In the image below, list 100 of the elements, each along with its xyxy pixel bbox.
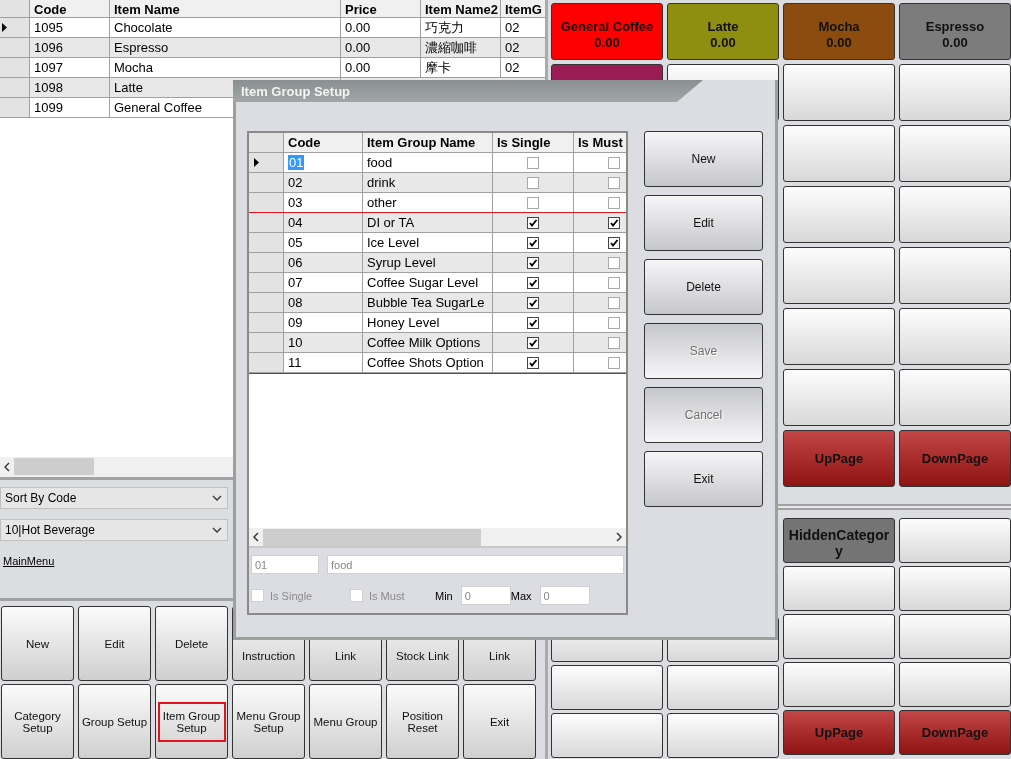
action-button[interactable]: Menu Group Setup <box>232 684 305 759</box>
column-header[interactable]: Code <box>30 0 110 17</box>
action-button[interactable]: Position Reset <box>386 684 459 759</box>
menu-item-button[interactable] <box>783 186 895 243</box>
scroll-left-icon[interactable] <box>4 461 10 472</box>
main-menu-link[interactable]: MainMenu <box>3 554 55 567</box>
row-header-cell[interactable] <box>249 193 284 212</box>
menu-item-button[interactable] <box>899 125 1011 182</box>
menu-item-button[interactable]: Espresso 0.00 <box>899 3 1011 60</box>
action-button[interactable]: Delete <box>155 606 228 681</box>
menu-item-button[interactable] <box>551 665 663 710</box>
checkbox[interactable] <box>527 276 539 289</box>
checkbox[interactable] <box>608 256 620 269</box>
menu-item-button[interactable] <box>899 308 1011 365</box>
menu-item-button[interactable] <box>551 713 663 758</box>
checkbox[interactable] <box>608 316 620 329</box>
name-field[interactable]: food <box>327 555 624 574</box>
row-header-cell[interactable] <box>249 173 284 192</box>
action-button[interactable]: New <box>1 606 74 681</box>
checkbox[interactable] <box>527 236 539 249</box>
scroll-right-icon[interactable] <box>616 532 622 542</box>
menu-item-button[interactable] <box>899 518 1011 563</box>
menu-item-button[interactable] <box>783 247 895 304</box>
menu-item-button[interactable] <box>899 247 1011 304</box>
menu-item-button[interactable] <box>783 125 895 182</box>
checkbox[interactable] <box>527 176 539 189</box>
action-button[interactable]: Group Setup <box>78 684 151 759</box>
column-header[interactable]: Item Group Name <box>363 133 493 152</box>
menu-item-button[interactable] <box>783 308 895 365</box>
scroll-left-icon[interactable] <box>253 532 259 542</box>
horizontal-scrollbar[interactable] <box>249 528 626 548</box>
checkbox[interactable] <box>527 316 539 329</box>
menu-item-button[interactable] <box>899 614 1011 659</box>
menu-item-button[interactable] <box>899 566 1011 611</box>
row-header-cell[interactable] <box>0 58 30 77</box>
menu-item-button[interactable] <box>783 566 895 611</box>
menu-item-button[interactable]: Latte 0.00 <box>667 3 779 60</box>
checkbox[interactable] <box>608 216 620 229</box>
action-button[interactable]: Exit <box>463 684 536 759</box>
menu-item-button[interactable]: HiddenCategory <box>783 518 895 563</box>
min-field[interactable]: 0 <box>460 586 511 605</box>
action-button[interactable]: Menu Group <box>309 684 382 759</box>
dialog-button[interactable]: New <box>644 131 763 187</box>
row-header-cell[interactable] <box>249 213 284 232</box>
category-dropdown[interactable]: 10|Hot Beverage <box>0 518 228 541</box>
column-header[interactable]: Code <box>284 133 363 152</box>
column-header[interactable]: Is Must <box>574 133 626 152</box>
menu-item-button[interactable] <box>783 662 895 707</box>
row-header-cell[interactable] <box>249 333 284 352</box>
sort-dropdown[interactable]: Sort By Code <box>0 486 228 509</box>
checkbox[interactable] <box>608 276 620 289</box>
column-header[interactable]: ItemG <box>501 0 545 17</box>
column-header[interactable]: Item Name2 <box>421 0 501 17</box>
checkbox[interactable] <box>527 216 539 229</box>
action-button[interactable]: Category Setup <box>1 684 74 759</box>
checkbox[interactable] <box>608 196 620 209</box>
row-header-cell[interactable] <box>0 38 30 57</box>
menu-item-button[interactable] <box>667 665 779 710</box>
row-header-cell[interactable] <box>249 253 284 272</box>
scrollbar-thumb[interactable] <box>263 528 481 546</box>
dialog-button[interactable]: Edit <box>644 195 763 251</box>
menu-item-button[interactable] <box>783 64 895 121</box>
checkbox[interactable] <box>608 356 620 369</box>
row-header-cell[interactable] <box>249 293 284 312</box>
checkbox[interactable] <box>527 296 539 309</box>
action-button[interactable]: Edit <box>78 606 151 681</box>
checkbox[interactable] <box>527 336 539 349</box>
column-header[interactable]: Is Single <box>493 133 574 152</box>
menu-item-button[interactable] <box>899 64 1011 121</box>
row-header-cell[interactable] <box>249 233 284 252</box>
column-header[interactable]: Price <box>341 0 421 17</box>
dialog-button[interactable]: Exit <box>644 451 763 507</box>
row-header-cell[interactable] <box>249 273 284 292</box>
menu-item-button[interactable] <box>667 713 779 758</box>
checkbox[interactable] <box>527 156 539 169</box>
row-header-cell[interactable] <box>249 313 284 332</box>
row-header-cell[interactable] <box>0 78 30 97</box>
menu-item-button[interactable]: General Coffee 0.00 <box>551 3 663 60</box>
checkbox[interactable] <box>608 336 620 349</box>
checkbox[interactable] <box>608 236 620 249</box>
checkbox[interactable] <box>608 296 620 309</box>
checkbox[interactable] <box>527 196 539 209</box>
menu-item-button[interactable] <box>899 186 1011 243</box>
checkbox[interactable] <box>527 256 539 269</box>
scrollbar-thumb[interactable] <box>14 458 94 476</box>
menu-item-button[interactable] <box>899 662 1011 707</box>
max-field[interactable]: 0 <box>539 586 590 605</box>
action-button[interactable]: Item Group Setup <box>155 684 228 759</box>
checkbox[interactable] <box>608 176 620 189</box>
row-header-cell[interactable] <box>0 98 30 117</box>
checkbox[interactable] <box>608 156 620 169</box>
menu-item-button[interactable] <box>783 614 895 659</box>
menu-item-button[interactable] <box>899 369 1011 426</box>
checkbox[interactable] <box>527 356 539 369</box>
row-header-cell[interactable] <box>249 153 284 172</box>
row-header-cell[interactable] <box>249 353 284 372</box>
menu-item-button[interactable] <box>783 369 895 426</box>
column-header[interactable]: Item Name <box>110 0 341 17</box>
code-field[interactable]: 01 <box>251 555 319 574</box>
dialog-button[interactable]: Delete <box>644 259 763 315</box>
